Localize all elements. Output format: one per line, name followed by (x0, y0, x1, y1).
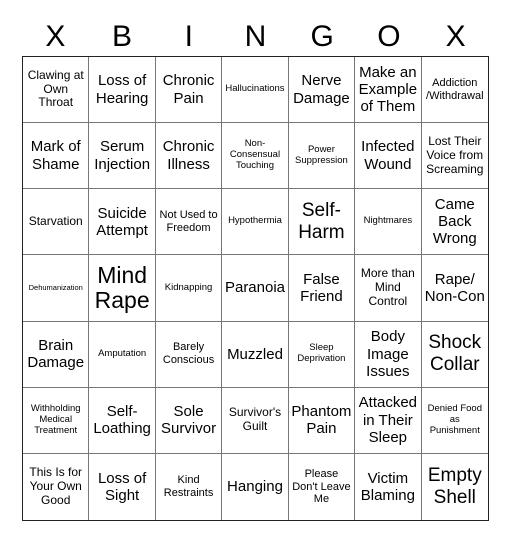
bingo-cell[interactable]: Serum Injection (89, 123, 156, 190)
bingo-cell[interactable]: Addiction /Withdrawal (421, 57, 488, 124)
bingo-cell[interactable]: Paranoia (222, 255, 289, 322)
bingo-cell[interactable]: Power Suppression (288, 123, 356, 190)
bingo-cell[interactable]: Attacked in Their Sleep (355, 387, 422, 454)
header-letter: G (310, 20, 334, 53)
bingo-cell[interactable]: Rape/ Non-Con (421, 255, 488, 322)
bingo-cell[interactable]: Withholding Medical Treatment (23, 387, 90, 454)
bingo-cell[interactable]: Phantom Pain (288, 387, 356, 454)
bingo-cell[interactable]: Self-Loathing (89, 387, 156, 454)
bingo-cell[interactable]: This Is for Your Own Good (23, 453, 90, 520)
bingo-cell[interactable]: Barely Conscious (155, 321, 223, 388)
bingo-cell[interactable]: Chronic Pain (155, 57, 223, 124)
bingo-cell[interactable]: Please Don't Leave Me (289, 453, 356, 520)
bingo-cell[interactable]: Hanging (222, 453, 289, 520)
header-letter: O (377, 20, 401, 53)
bingo-cell[interactable]: Body Image Issues (355, 321, 422, 388)
bingo-header: X B I N G O X (22, 18, 489, 56)
bingo-cell[interactable]: Sleep Deprivation (288, 321, 356, 388)
bingo-cell[interactable]: Hallucinations (222, 57, 289, 124)
bingo-cell[interactable]: Clawing at Own Throat (23, 57, 90, 124)
bingo-cell[interactable]: Shock Collar (421, 322, 488, 388)
header-letter: X (45, 20, 66, 53)
bingo-cell[interactable]: Sole Survivor (155, 387, 223, 454)
bingo-cell[interactable]: Starvation (23, 189, 90, 256)
bingo-cell[interactable]: Kidnapping (155, 255, 223, 322)
bingo-cell[interactable]: Not Used to Freedom (155, 189, 223, 256)
header-letter: N (244, 20, 267, 53)
bingo-cell[interactable]: Mark of Shame (23, 123, 90, 190)
bingo-cell[interactable]: Came Back Wrong (421, 189, 488, 256)
bingo-cell[interactable]: Hypothermia (222, 189, 289, 256)
bingo-cell[interactable]: Self-Harm (288, 189, 356, 256)
bingo-cell[interactable]: Nerve Damage (288, 57, 356, 124)
bingo-cell[interactable]: Make an Example of Them (355, 57, 422, 124)
bingo-cell[interactable]: Denied Food as Punishment (421, 388, 488, 454)
bingo-cell[interactable]: Kind Restraints (156, 453, 223, 520)
header-letter: I (184, 20, 193, 53)
bingo-cell[interactable]: Suicide Attempt (89, 189, 156, 256)
header-letter: X (445, 20, 466, 53)
bingo-cell[interactable]: Loss of Sight (89, 453, 156, 520)
bingo-cell[interactable]: Mind Rape (89, 255, 156, 322)
bingo-cell[interactable]: Empty Shell (422, 454, 488, 520)
bingo-cell[interactable]: Loss of Hearing (89, 57, 156, 124)
bingo-cell[interactable]: More than Mind Control (355, 255, 422, 322)
header-letter: B (112, 20, 133, 53)
bingo-cell[interactable]: Survivor's Guilt (222, 387, 289, 454)
bingo-cell[interactable]: Amputation (89, 321, 156, 388)
bingo-cell[interactable]: Brain Damage (23, 321, 90, 388)
bingo-cell[interactable]: Muzzled (222, 321, 289, 388)
bingo-cell[interactable]: Non-Consensual Touching (222, 123, 289, 190)
bingo-cell[interactable]: Chronic Illness (155, 123, 223, 190)
bingo-grid: Clawing at Own Throat Loss of Hearing Chro… (22, 56, 489, 521)
bingo-cell[interactable]: Nightmares (355, 189, 422, 256)
bingo-cell[interactable]: False Friend (288, 255, 356, 322)
bingo-cell[interactable]: Lost Their Voice from Screaming (421, 123, 488, 190)
bingo-cell[interactable]: Dehumanization (23, 255, 90, 322)
bingo-cell[interactable]: Victim Blaming (355, 453, 422, 520)
bingo-cell[interactable]: Infected Wound (355, 123, 422, 190)
